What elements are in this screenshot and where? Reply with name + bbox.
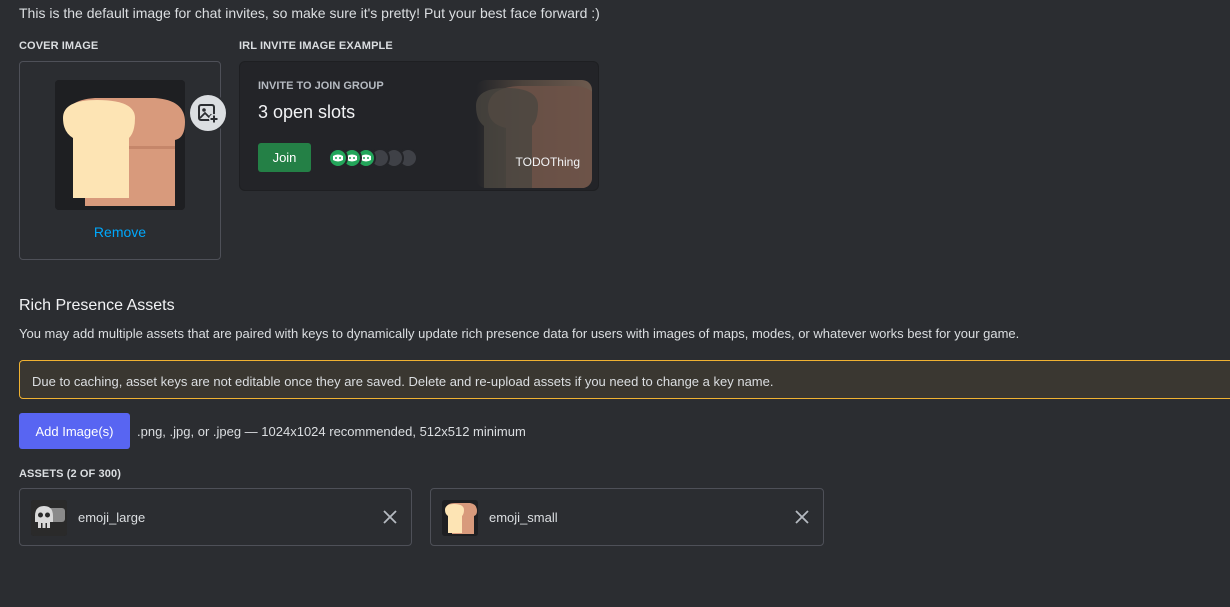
image-add-icon xyxy=(198,104,219,124)
add-images-button[interactable]: Add Image(s) xyxy=(19,413,130,449)
assets-count-label: ASSETS (2 OF 300) xyxy=(19,468,121,480)
file-format-hint: .png, .jpg, or .jpeg — 1024x1024 recomme… xyxy=(137,424,526,439)
asset-name[interactable]: emoji_small xyxy=(489,510,558,525)
asset-card-emoji-small: emoji_small xyxy=(430,488,824,546)
caching-warning: Due to caching, asset keys are not edita… xyxy=(19,360,1230,399)
bread-image xyxy=(55,80,185,210)
irl-invite-label: IRL INVITE IMAGE EXAMPLE xyxy=(239,40,393,52)
bread-emoji-icon xyxy=(442,500,478,536)
warning-text: Due to caching, asset keys are not edita… xyxy=(32,374,774,389)
asset-name[interactable]: emoji_large xyxy=(78,510,145,525)
cover-image-box: Remove xyxy=(19,61,228,260)
invite-art-image xyxy=(476,80,592,188)
remove-cover-link[interactable]: Remove xyxy=(20,224,220,240)
rich-presence-title: Rich Presence Assets xyxy=(19,297,175,314)
intro-text: This is the default image for chat invit… xyxy=(19,5,600,21)
add-cover-image-button[interactable] xyxy=(188,93,228,133)
member-avatar xyxy=(328,148,348,168)
game-name: TODOThing xyxy=(515,155,580,169)
bread-art xyxy=(476,86,592,188)
close-icon[interactable] xyxy=(794,509,810,525)
skull-emoji-icon xyxy=(31,500,67,536)
irl-invite-card: INVITE TO JOIN GROUP 3 open slots Join T… xyxy=(239,61,599,191)
close-icon[interactable] xyxy=(382,509,398,525)
cover-image-preview[interactable] xyxy=(55,80,228,210)
invite-title: INVITE TO JOIN GROUP xyxy=(258,80,384,92)
open-slots-text: 3 open slots xyxy=(258,102,356,122)
join-button[interactable]: Join xyxy=(258,143,311,172)
rich-presence-description: You may add multiple assets that are pai… xyxy=(19,326,1020,341)
cover-image-label: COVER IMAGE xyxy=(19,40,99,52)
asset-card-emoji-large: emoji_large xyxy=(19,488,412,546)
